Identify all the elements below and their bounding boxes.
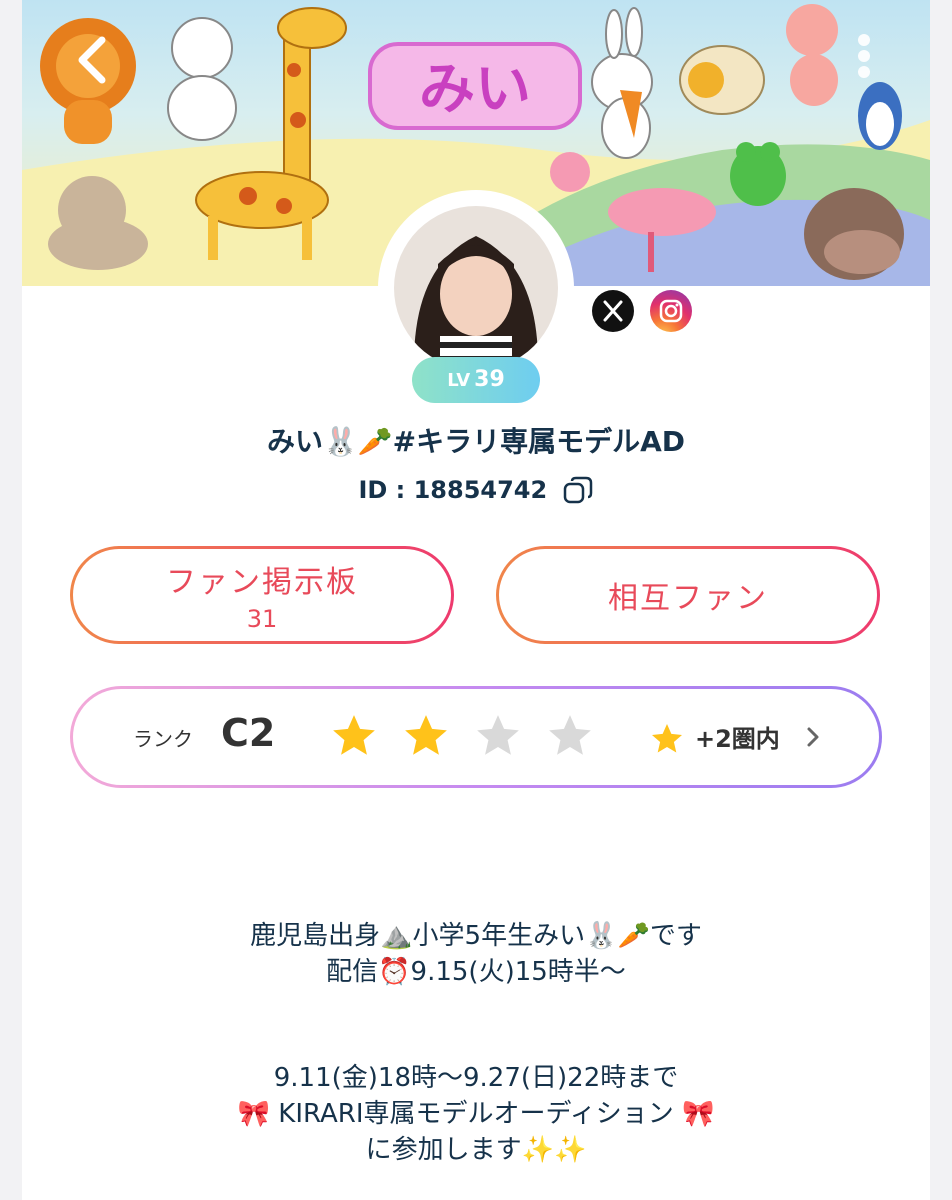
star-empty-icon	[549, 715, 591, 755]
polar-bear-illustration	[167, 17, 237, 141]
rank-value: C2	[221, 711, 276, 755]
star-filled-icon	[333, 715, 375, 755]
profile-id: ID : 18854742	[358, 476, 548, 504]
fan-board-count: 31	[246, 605, 278, 633]
avatar[interactable]	[394, 206, 558, 370]
frog-illustration	[730, 142, 786, 206]
rank-label: ランク	[133, 727, 193, 751]
more-options-button[interactable]	[852, 30, 876, 86]
chevron-right-icon	[807, 727, 819, 747]
mutual-fan-label: 相互ファン	[608, 581, 768, 616]
bio-line-2: 配信⏰9.15(火)15時半〜	[326, 957, 626, 987]
rank-delta: +2圏内	[695, 725, 780, 753]
x-twitter-icon[interactable]	[592, 290, 634, 332]
level-prefix: LV	[447, 370, 471, 391]
hippo-illustration	[804, 188, 904, 280]
fan-board-button[interactable]: ファン掲示板 31	[70, 546, 454, 644]
copy-icon[interactable]	[562, 476, 594, 506]
star-filled-icon	[405, 715, 447, 755]
bio-line-4: 🎀 KIRARI専属モデルオーディション 🎀	[237, 1099, 715, 1129]
bio-block-1: 鹿児島出身⛰️小学5年生みい🐰🥕です 配信⏰9.15(火)15時半〜	[22, 918, 930, 990]
instagram-logo-glyph	[659, 299, 683, 323]
level-value: 39	[474, 367, 505, 392]
banner-title-text: みい	[419, 57, 531, 122]
fan-board-label: ファン掲示板	[166, 565, 358, 600]
avatar-photo	[394, 206, 558, 370]
bio-line-5: に参加します✨✨	[365, 1135, 587, 1165]
more-vertical-icon	[858, 34, 870, 46]
penguin-illustration	[858, 82, 902, 150]
more-dot	[858, 50, 870, 62]
profile-id-row: ID : 18854742	[22, 476, 930, 506]
back-button[interactable]	[70, 34, 118, 86]
sheep-illustration	[679, 45, 765, 115]
bio-line-3: 9.11(金)18時〜9.27(日)22時まで	[273, 1063, 679, 1093]
rank-bar[interactable]: ランク C2 +2圏内	[70, 686, 882, 788]
x-logo-glyph	[603, 300, 623, 322]
star-icon	[652, 724, 682, 753]
star-empty-icon	[477, 715, 519, 755]
rabbit-illustration	[591, 7, 653, 159]
back-arrow-icon	[78, 36, 106, 84]
bio-block-2: 9.11(金)18時〜9.27(日)22時まで 🎀 KIRARI専属モデルオーデ…	[22, 1060, 930, 1168]
instagram-icon[interactable]	[650, 290, 692, 332]
more-dot	[858, 66, 870, 78]
profile-name: みい🐰🥕#キラリ専属モデルAD	[266, 425, 686, 458]
bio-line-1: 鹿児島出身⛰️小学5年生みい🐰🥕です	[250, 921, 702, 951]
mutual-fan-button[interactable]: 相互ファン	[496, 546, 880, 644]
pig-illustration	[786, 4, 838, 106]
level-badge: LV 39	[412, 357, 540, 403]
profile-page: みい LV 39 みい🐰🥕#キラリ専属モデルAD ID: 18854742 フ…	[22, 0, 930, 1200]
